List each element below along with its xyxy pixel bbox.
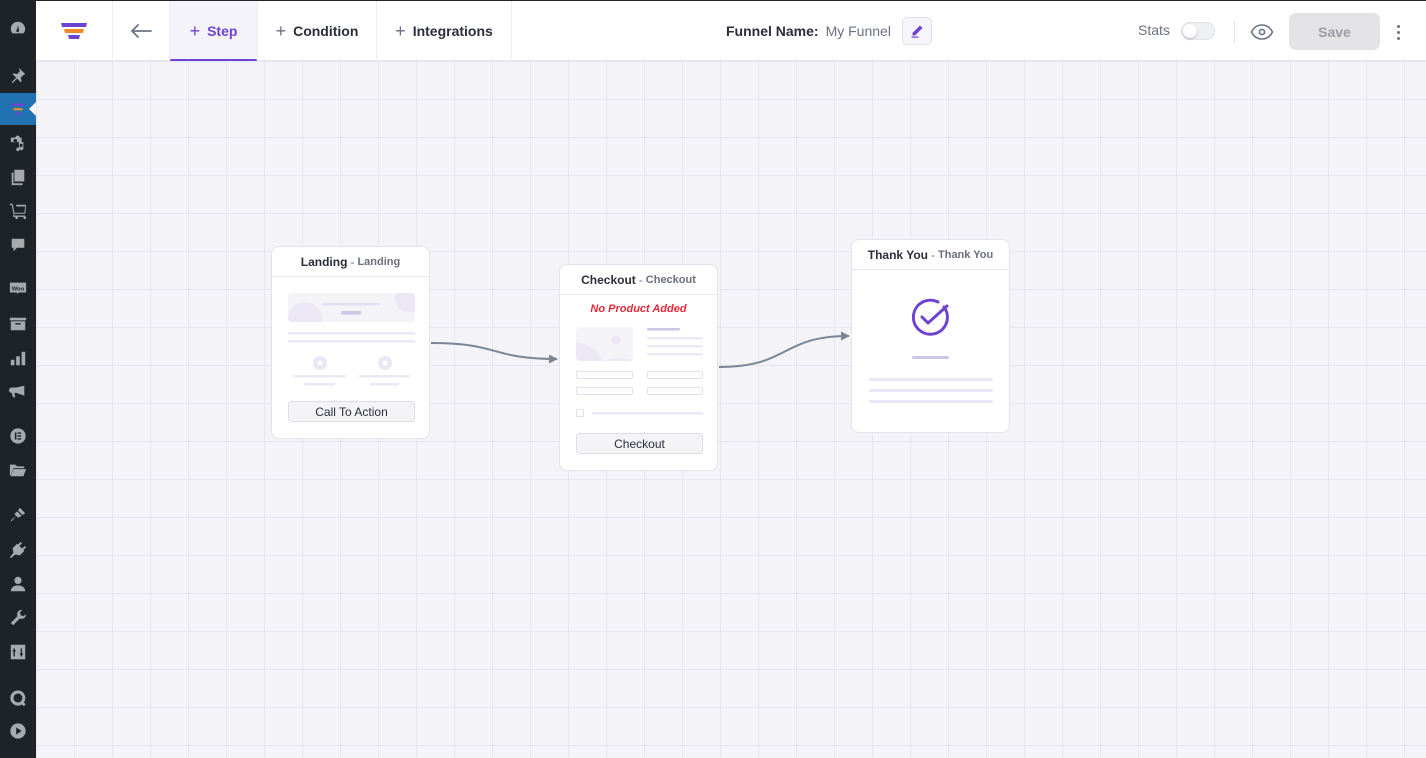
user-icon [10,576,26,592]
back-button[interactable] [113,1,170,61]
step-node-checkout[interactable]: Checkout - Checkout No Product Added Che… [559,264,718,471]
node-separator: - [638,272,643,287]
dashboard-icon [10,21,26,34]
node-preview: Call To Action [272,277,429,438]
more-dot [1396,36,1400,40]
node-title: Landing [300,254,348,269]
node-type: Thank You [938,248,994,261]
more-dot [1396,30,1400,34]
node-title: Thank You [867,247,928,262]
node-type: Checkout [645,273,696,286]
funnel-logo-icon [61,23,87,39]
toggle-knob [1183,24,1197,38]
svg-text:Woo: Woo [12,286,25,292]
sidebar-item-woocommerce[interactable]: Woo [0,273,36,303]
sidebar-item-elementor[interactable] [0,421,36,451]
sidebar-item-comments[interactable] [0,230,36,260]
stats-label: Stats [1138,22,1170,38]
sidebar-item-products[interactable] [0,309,36,339]
sidebar-item-pages[interactable] [0,162,36,192]
woo-icon: Woo [9,282,27,295]
tab-label: Step [207,23,238,39]
divider [1234,21,1235,43]
sidebar-item-appearance[interactable] [0,500,36,530]
play-icon [10,723,26,739]
node-separator: - [350,254,355,269]
archive-icon [9,317,27,331]
sidebar-item-marketing[interactable] [0,377,36,407]
sidebar-item-play[interactable] [0,716,36,746]
sidebar-item-users[interactable] [0,569,36,599]
sidebar-item-funnels[interactable] [0,93,36,125]
checkout-page-illustration [576,327,703,417]
thank-you-illustration [869,298,993,403]
node-checkout-button[interactable]: Checkout [576,433,703,454]
plus-icon: + [189,21,201,41]
pencil-icon [911,25,923,38]
plus-icon: + [395,21,406,41]
plus-icon: + [275,21,287,41]
node-cta-button[interactable]: Call To Action [288,401,415,422]
save-button[interactable]: Save [1289,13,1380,50]
edit-funnel-name-button[interactable] [901,17,932,45]
tab-add-integrations[interactable]: + Integrations [377,1,512,61]
comments-icon [11,238,25,252]
more-dot [1396,24,1400,28]
sidebar-item-dashboard[interactable] [0,13,36,43]
landing-page-illustration [288,293,415,386]
step-node-landing[interactable]: Landing - Landing Call To Action [271,246,430,439]
stats-toggle[interactable] [1181,22,1215,40]
funnel-toolbar: + Step + Condition + Integrations Funnel… [36,0,1426,62]
funnel-name-value: My Funnel [825,23,891,39]
media-icon [10,135,24,152]
node-header: Landing - Landing [272,247,429,277]
brush-icon [10,507,26,522]
tab-add-condition[interactable]: + Condition [257,1,377,61]
sidebar-item-plugins[interactable] [0,535,36,565]
analytics-icon [10,351,26,366]
sidebar-item-analytics[interactable] [0,343,36,373]
node-preview: No Product Added Checkout [560,295,717,470]
check-circle-icon [911,298,949,336]
wp-admin-sidebar: Woo [0,0,36,758]
node-separator: - [931,247,935,262]
sidebar-item-settings[interactable] [0,637,36,667]
sidebar-item-q[interactable] [0,683,36,713]
funnel-icon [11,103,25,115]
funnel-logo[interactable] [36,1,113,61]
funnel-name-label: Funnel Name: [726,23,819,39]
elementor-icon [10,428,26,444]
more-options-button[interactable] [1388,20,1408,44]
folder-icon [9,464,27,477]
tab-add-step[interactable]: + Step [170,1,257,62]
sidebar-item-orders[interactable] [0,196,36,226]
sidebar-item-templates[interactable] [0,455,36,485]
wrench-icon [10,609,27,626]
plugin-icon [9,541,27,559]
node-header: Checkout - Checkout [560,265,717,295]
node-type: Landing [357,255,401,268]
eye-icon [1250,24,1274,40]
sidebar-item-media[interactable] [0,128,36,158]
tab-label: Condition [293,23,359,39]
pin-icon [11,67,26,84]
node-preview [852,270,1009,432]
settings-sliders-icon [10,644,26,660]
cart-icon [9,203,27,220]
step-node-thank-you[interactable]: Thank You - Thank You [851,239,1010,433]
megaphone-icon [9,385,25,398]
arrow-left-icon [130,24,152,38]
q-icon [10,690,26,707]
funnel-canvas[interactable] [36,61,1426,758]
sidebar-item-tools[interactable] [0,603,36,633]
funnel-name-field: Funnel Name: My Funnel [726,1,932,61]
sidebar-item-posts[interactable] [0,60,36,90]
tab-label: Integrations [412,23,493,39]
preview-button[interactable] [1250,20,1274,44]
pages-icon [11,169,25,186]
node-title: Checkout [581,272,636,287]
node-header: Thank You - Thank You [852,240,1009,270]
